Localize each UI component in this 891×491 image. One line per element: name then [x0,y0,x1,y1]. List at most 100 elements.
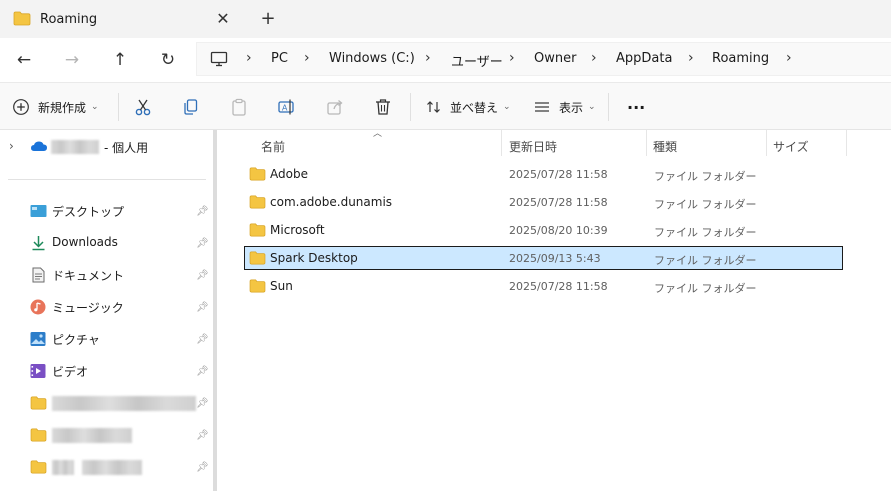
redacted-folder-name [52,428,132,443]
pin-icon[interactable]: 📌︎ [196,398,209,409]
breadcrumb-separator[interactable]: › [304,50,310,66]
folder-icon [13,11,31,29]
file-type: ファイル フォルダー [654,170,757,183]
tab-title: Roaming [40,12,98,27]
breadcrumb-separator[interactable]: › [591,50,597,66]
pin-icon[interactable]: 📌︎ [196,270,209,281]
breadcrumb-pc[interactable]: PC [271,51,288,66]
file-name: Sun [270,279,293,293]
sidebar-item-pictures[interactable]: ピクチャ 📌︎ [0,323,212,355]
back-button[interactable]: ← [12,48,36,72]
downloads-icon [31,235,46,254]
folder-icon [30,396,47,413]
music-icon [30,299,46,318]
pin-icon[interactable]: 📌︎ [196,302,209,313]
breadcrumb-drive[interactable]: Windows (C:) [329,51,415,66]
more-options-button[interactable]: ··· [627,95,645,119]
sidebar-item-redacted-folder[interactable]: 📌︎ [0,387,212,419]
file-date: 2025/07/28 11:58 [509,280,608,293]
view-button[interactable]: 表示 ⌄ [534,95,596,119]
cut-icon[interactable] [133,97,153,117]
pin-icon[interactable]: 📌︎ [196,366,209,377]
column-divider[interactable] [766,130,767,156]
breadcrumb-separator[interactable]: › [246,50,252,66]
breadcrumb-appdata[interactable]: AppData [616,51,672,66]
view-list-icon [534,99,550,115]
pin-icon[interactable]: 📌︎ [196,430,209,441]
pin-icon[interactable]: 📌︎ [196,334,209,345]
column-divider[interactable] [501,130,502,156]
onedrive-label: - 個人用 [104,141,149,155]
file-row-sun[interactable]: Sun 2025/07/28 11:58 ファイル フォルダー [244,274,843,298]
command-bar: 新規作成 ⌄ A 並べ替え ⌄ 表示 ⌄ ··· [0,82,891,130]
sidebar-item-label: ピクチャ [52,333,100,347]
sort-icon [426,99,442,115]
navigation-scrollbar[interactable] [213,130,217,491]
column-header-date[interactable]: 更新日時 [509,138,557,155]
file-row-spark-desktop[interactable]: Spark Desktop 2025/09/13 5:43 ファイル フォルダー [244,246,843,270]
file-name: Microsoft [270,223,325,237]
file-row-adobe[interactable]: Adobe 2025/07/28 11:58 ファイル フォルダー [244,162,843,186]
address-bar[interactable]: › PC › Windows (C:) › ユーザー › Owner › App… [196,42,891,76]
pin-icon[interactable]: 📌︎ [196,462,209,473]
sidebar-item-redacted-folder[interactable]: 📌︎ [0,419,212,451]
tab-roaming[interactable]: Roaming ✕ [0,0,244,38]
breadcrumb-owner[interactable]: Owner [534,51,576,66]
column-header-name[interactable]: 名前 [261,138,285,155]
plus-circle-icon [12,98,30,116]
pin-icon[interactable]: 📌︎ [196,206,209,217]
column-divider[interactable] [846,130,847,156]
close-tab-icon[interactable]: ✕ [213,9,233,29]
file-type: ファイル フォルダー [654,254,757,267]
file-type: ファイル フォルダー [654,282,757,295]
sidebar-item-desktop[interactable]: デスクトップ 📌︎ [0,195,212,227]
sort-button[interactable]: 並べ替え ⌄ [426,95,511,119]
folder-icon [249,279,266,296]
share-icon[interactable] [325,97,345,117]
folder-icon [30,428,47,445]
up-button[interactable]: ↑ [108,48,132,72]
sidebar-item-redacted-folder[interactable]: 📌︎ [0,451,212,483]
paste-icon[interactable] [229,97,249,117]
title-bar: Roaming ✕ + [0,0,891,38]
breadcrumb-separator[interactable]: › [425,50,431,66]
sidebar-item-label: Downloads [52,235,118,249]
sort-button-label: 並べ替え [450,100,499,115]
breadcrumb-separator[interactable]: › [786,50,792,66]
file-name: Spark Desktop [270,251,358,265]
sidebar-item-videos[interactable]: ビデオ 📌︎ [0,355,212,387]
sidebar-item-documents[interactable]: ドキュメント 📌︎ [0,259,212,291]
column-header-type[interactable]: 種類 [653,138,677,155]
sidebar-item-onedrive[interactable]: › - 個人用 [0,131,212,163]
desktop-icon [30,204,47,221]
breadcrumb-users[interactable]: ユーザー [451,51,503,70]
breadcrumb-separator[interactable]: › [509,50,515,66]
delete-icon[interactable] [373,97,393,117]
sidebar-item-label: ドキュメント [52,269,125,283]
column-divider[interactable] [646,130,647,156]
pin-icon[interactable]: 📌︎ [196,238,209,249]
sidebar-item-downloads[interactable]: Downloads 📌︎ [0,227,212,259]
navigation-bar: ← → ↑ ↻ › PC › Windows (C:) › ユーザー › Own… [0,38,891,82]
file-row-microsoft[interactable]: Microsoft 2025/08/20 10:39 ファイル フォルダー [244,218,843,242]
sidebar-item-music[interactable]: ミュージック 📌︎ [0,291,212,323]
file-row-com-adobe-dunamis[interactable]: com.adobe.dunamis 2025/07/28 11:58 ファイル … [244,190,843,214]
breadcrumb-roaming[interactable]: Roaming [712,51,769,66]
forward-button[interactable]: → [60,48,84,72]
file-type: ファイル フォルダー [654,226,757,239]
toolbar-divider [118,93,119,121]
svg-text:A: A [282,104,288,113]
copy-icon[interactable] [181,97,201,117]
redacted-folder-name [82,460,142,475]
chevron-right-icon[interactable]: › [9,139,14,153]
rename-icon[interactable]: A [277,97,297,117]
toolbar-divider [410,93,411,121]
chevron-down-icon: ⌄ [91,102,99,112]
new-tab-button[interactable]: + [257,8,279,30]
breadcrumb-separator[interactable]: › [688,50,694,66]
new-button[interactable]: 新規作成 ⌄ [12,95,99,119]
pc-icon[interactable] [210,51,228,70]
file-date: 2025/09/13 5:43 [509,252,601,265]
refresh-button[interactable]: ↻ [156,48,180,72]
column-header-size[interactable]: サイズ [773,138,809,155]
